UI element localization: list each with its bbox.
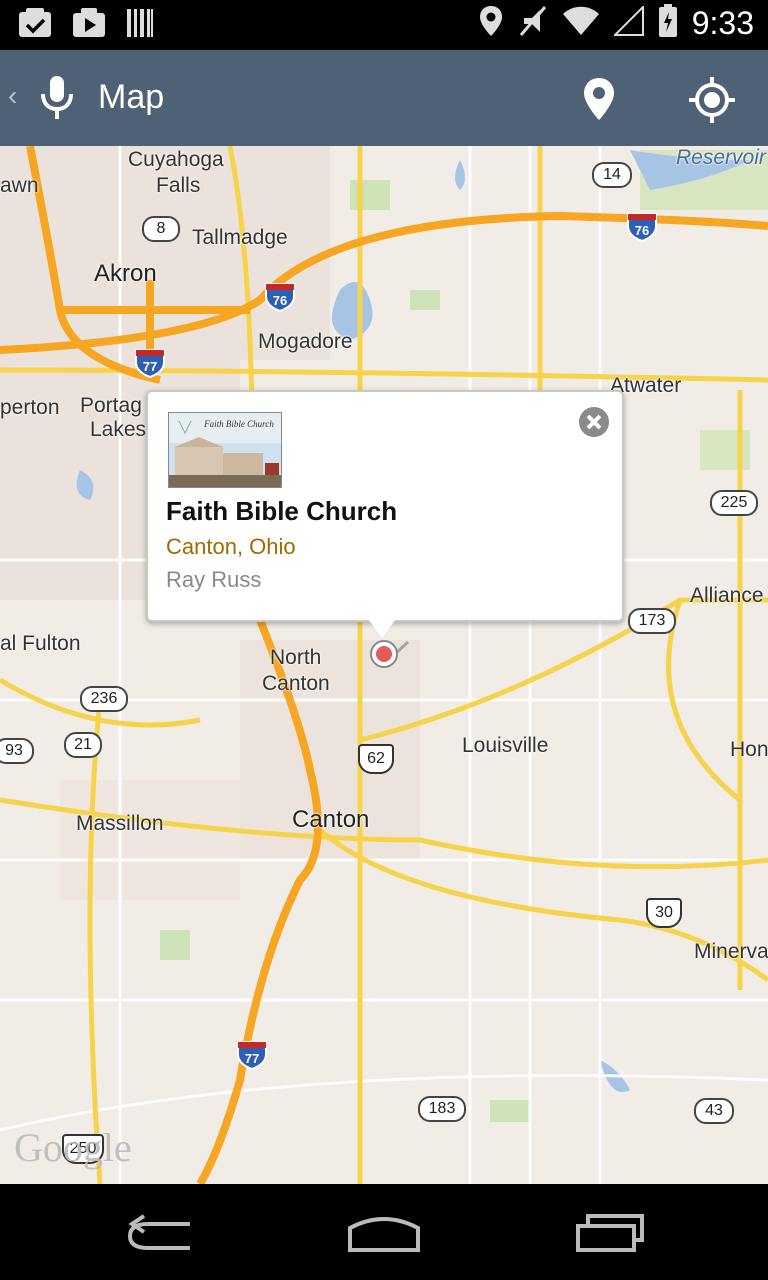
my-location-icon[interactable] — [688, 76, 736, 129]
route-173-shield: 173 — [628, 608, 676, 634]
route-14-shield: 14 — [592, 162, 632, 188]
microphone-icon[interactable] — [38, 74, 76, 127]
route-21-shield: 21 — [64, 732, 102, 758]
svg-text:77: 77 — [143, 359, 157, 374]
route-43-shield: 43 — [694, 1098, 734, 1124]
clock: 9:33 — [691, 5, 754, 41]
route-183-shield: 183 — [418, 1096, 466, 1122]
church-thumbnail: Faith Bible Church — [168, 412, 282, 488]
interstate-76-shield-north: 76 — [627, 213, 657, 242]
home-icon[interactable] — [346, 1212, 422, 1257]
location-icon — [478, 4, 504, 43]
back-caret-icon[interactable]: ‹ — [8, 80, 17, 112]
place-label: Alliance — [690, 584, 764, 607]
place-label: Reservoir — [676, 146, 766, 169]
place-label: al Fulton — [0, 632, 81, 655]
route-93-shield: 93 — [0, 738, 34, 764]
svg-text:Faith Bible Church: Faith Bible Church — [203, 419, 274, 429]
map-marker[interactable] — [368, 636, 412, 675]
church-location: Canton, Ohio — [166, 534, 296, 559]
place-label: Lakes — [90, 418, 147, 441]
map-pin-icon[interactable] — [582, 76, 616, 127]
place-label: Canton — [262, 672, 330, 695]
place-label: awn — [0, 174, 39, 197]
svg-text:76: 76 — [635, 223, 649, 238]
wifi-icon — [562, 6, 600, 41]
route-236-shield: 236 — [80, 686, 128, 712]
us-30-shield: 30 — [646, 898, 682, 928]
svg-text:77: 77 — [245, 1051, 259, 1066]
place-label: Minerva — [694, 940, 768, 963]
place-label: Tallmadge — [192, 226, 288, 249]
church-name: Faith Bible Church — [166, 496, 398, 526]
place-label: North — [270, 646, 322, 669]
info-window-pointer — [366, 616, 398, 638]
back-icon[interactable] — [124, 1212, 196, 1257]
play-store-icon — [72, 8, 106, 43]
place-label: Akron — [94, 260, 157, 287]
recents-icon[interactable] — [574, 1212, 646, 1257]
place-label: Falls — [156, 174, 201, 197]
info-window[interactable]: Faith Bible Church Faith Bible Church Ca… — [146, 390, 624, 622]
place-label: Mogadore — [258, 330, 353, 353]
barcode-icon — [126, 8, 154, 43]
route-8-shield: 8 — [142, 216, 180, 242]
svg-text:76: 76 — [273, 293, 287, 308]
action-bar: ‹ Map — [0, 50, 768, 146]
close-icon[interactable] — [578, 406, 610, 438]
mute-icon — [518, 4, 548, 43]
place-label: Louisville — [462, 734, 549, 757]
church-author: Ray Russ — [166, 567, 262, 592]
interstate-77-shield-north: 77 — [135, 349, 165, 378]
place-label: Cuyahoga — [128, 148, 224, 171]
place-label: Massillon — [76, 812, 164, 835]
google-attribution: Google — [14, 1125, 132, 1170]
page-title: Map — [98, 78, 165, 116]
interstate-77-shield-south: 77 — [237, 1041, 267, 1070]
place-label: perton — [0, 396, 60, 419]
place-label: Portag — [80, 394, 142, 417]
interstate-76-shield-west: 76 — [265, 283, 295, 312]
place-label: Canton — [292, 806, 370, 833]
place-label: Hon — [730, 738, 768, 761]
route-225-shield: 225 — [710, 490, 758, 516]
us-62-shield: 62 — [358, 744, 394, 774]
battery-icon — [658, 4, 678, 43]
task-icon — [18, 8, 52, 43]
status-bar: 9:33 — [0, 0, 768, 50]
navigation-bar — [0, 1184, 768, 1280]
cell-signal-icon — [612, 4, 644, 41]
